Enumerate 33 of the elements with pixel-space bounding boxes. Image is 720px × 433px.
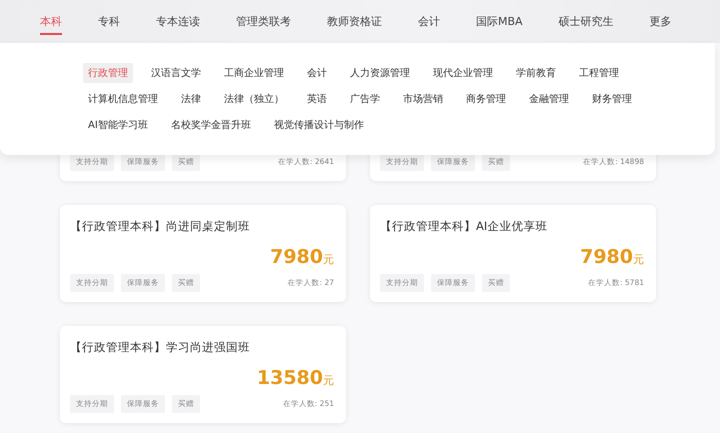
nav-tab[interactable]: 专本连读	[156, 8, 200, 35]
major-option[interactable]: 商务管理	[461, 89, 511, 109]
course-title: 【行政管理本科】尚进同桌定制班	[70, 219, 251, 234]
major-option[interactable]: AI智能学习班	[83, 115, 153, 135]
nav-tab[interactable]: 更多	[650, 8, 672, 35]
major-option[interactable]: 人力资源管理	[345, 63, 415, 83]
major-option[interactable]: 财务管理	[587, 89, 637, 109]
nav-tab[interactable]: 管理类联考	[236, 8, 291, 35]
major-option[interactable]: 工商企业管理	[219, 63, 289, 83]
major-option[interactable]: 学前教育	[511, 63, 561, 83]
major-option[interactable]: 广告学	[345, 89, 385, 109]
major-option[interactable]: 会计	[302, 63, 332, 83]
course-price: 7980元	[580, 246, 644, 268]
major-option[interactable]: 工程管理	[574, 63, 624, 83]
major-option[interactable]: 名校奖学金晋升班	[166, 115, 256, 135]
nav-tab[interactable]: 会计	[418, 8, 440, 35]
major-option[interactable]: 金融管理	[524, 89, 574, 109]
major-option[interactable]: 计算机信息管理	[83, 89, 163, 109]
major-option[interactable]: 英语	[302, 89, 332, 109]
major-option[interactable]: 汉语言文学	[146, 63, 206, 83]
nav-tab[interactable]: 硕士研究生	[558, 8, 614, 35]
course-title: 【行政管理本科】学习尚进强国班	[70, 340, 251, 355]
nav-tab[interactable]: 教师资格证	[327, 8, 382, 35]
major-option[interactable]: 市场营销	[398, 89, 448, 109]
nav-tab[interactable]: 专科	[98, 8, 120, 35]
major-option[interactable]: 法律	[176, 89, 206, 109]
course-title: 【行政管理本科】AI企业优享班	[380, 219, 548, 234]
major-option[interactable]: 现代企业管理	[428, 63, 498, 83]
major-option[interactable]: 法律（独立）	[219, 89, 289, 109]
nav-tab[interactable]: 国际MBA	[476, 8, 523, 35]
course-price: 7980元	[270, 246, 334, 268]
course-price: 13580元	[256, 367, 334, 389]
major-option[interactable]: 视觉传播设计与制作	[268, 115, 369, 135]
